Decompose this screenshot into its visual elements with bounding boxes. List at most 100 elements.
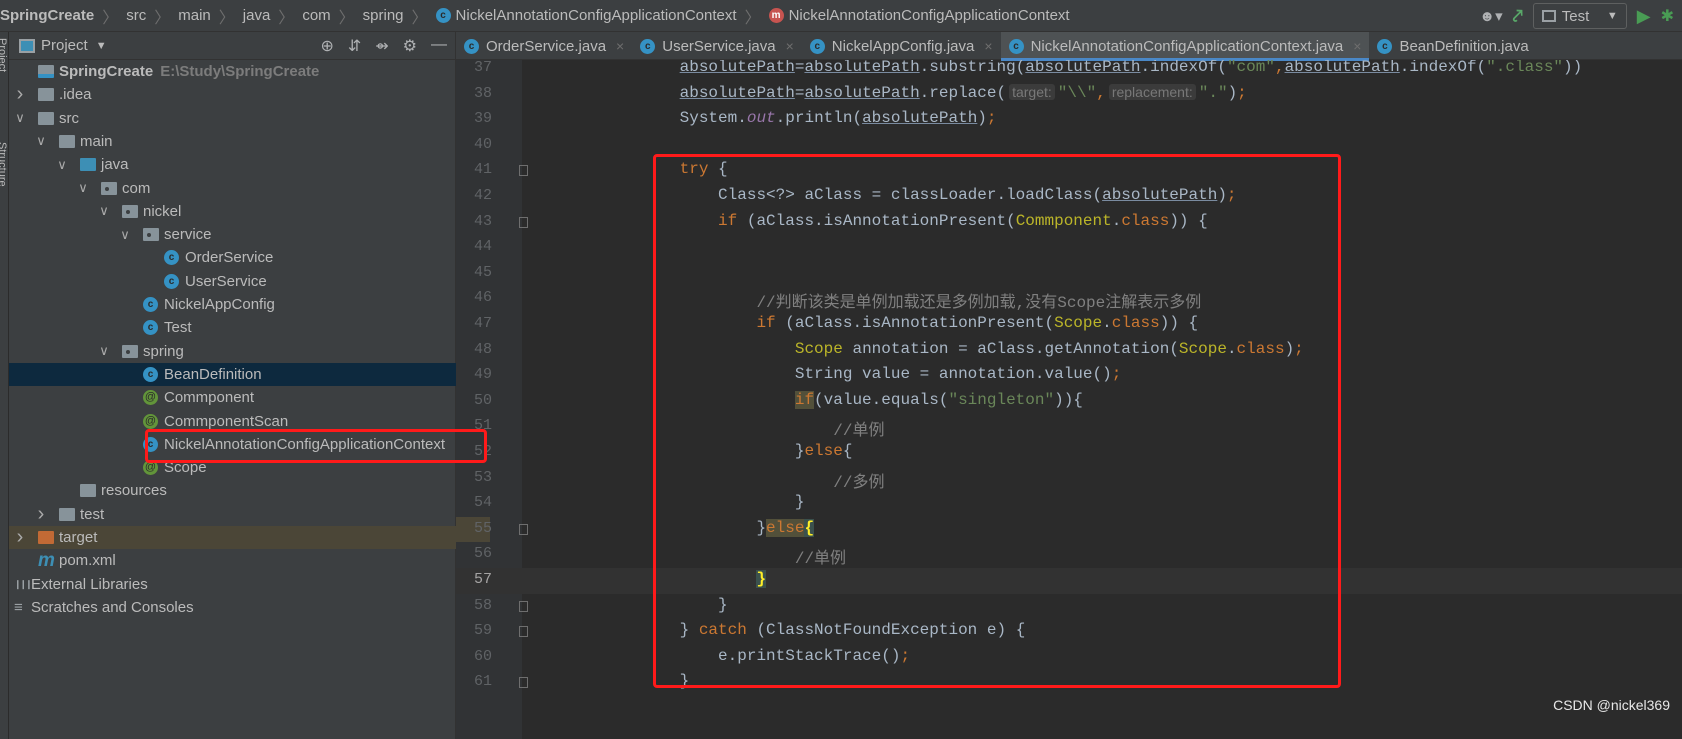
tree-item-BeanDefinition[interactable]: c BeanDefinition <box>9 362 456 386</box>
debug-icon[interactable]: ✱ <box>1661 6 1674 26</box>
tree-item-label: Test <box>164 319 192 336</box>
code-line[interactable]: 39 System.out.println(absolutePath); <box>456 107 1682 133</box>
window-icon <box>1541 10 1556 22</box>
tree-item-Commponent[interactable]: @ Commponent <box>9 386 456 409</box>
breadcrumb-item[interactable]: SpringCreate <box>0 7 98 24</box>
line-number: 47 <box>473 315 492 332</box>
run-icon[interactable]: ▶ <box>1637 6 1651 27</box>
tree-item-label: spring <box>143 343 184 360</box>
tree-item-target[interactable]: › target <box>9 526 456 549</box>
project-view-dropdown[interactable]: Project <box>41 37 88 54</box>
line-number: 59 <box>473 622 492 640</box>
breadcrumb-item[interactable]: src <box>122 7 150 24</box>
tree-item-service[interactable]: ∨ service <box>9 223 456 246</box>
hammer-icon[interactable]: ⤤ <box>1513 6 1523 27</box>
line-number: 56 <box>473 545 492 563</box>
run-config-label: Test <box>1561 7 1590 25</box>
code-token: "." <box>1198 83 1228 102</box>
breadcrumb-item[interactable]: c NickelAnnotationConfigApplicationContex… <box>432 7 741 24</box>
line-number: 46 <box>473 289 492 307</box>
breadcrumb-separator-icon: 〉 <box>411 9 428 27</box>
gear-icon[interactable]: ⚙ <box>403 36 417 56</box>
code-highlight-box <box>653 154 1341 688</box>
tree-item-src[interactable]: ∨ src <box>9 107 456 130</box>
run-config-dropdown[interactable]: Test ▼ <box>1532 3 1627 29</box>
code-token: = <box>794 60 805 76</box>
tree-item-label: main <box>80 133 113 150</box>
expand-all-icon[interactable]: ⇵ <box>348 36 361 56</box>
tree-item-spring[interactable]: ∨ spring <box>9 340 456 363</box>
chevron-right-icon[interactable]: › <box>14 526 26 549</box>
tree-item-pomxml[interactable]: m pom.xml <box>9 549 456 572</box>
breadcrumb-item[interactable]: m NickelAnnotationConfigApplicationContex… <box>765 7 1074 24</box>
collapse-all-icon[interactable]: ⇴ <box>375 36 388 56</box>
tree-item-UserService[interactable]: c UserService <box>9 270 456 293</box>
chevron-right-icon[interactable]: › <box>35 503 47 526</box>
chevron-down-icon[interactable]: ∨ <box>98 343 110 359</box>
close-icon[interactable]: × <box>616 38 624 54</box>
breadcrumb-item[interactable]: main <box>174 7 215 24</box>
breadcrumb-item[interactable]: java <box>239 7 275 24</box>
tab-NickelAppConfig-java[interactable]: c NickelAppConfig.java × <box>802 32 1001 60</box>
tool-window-strip: Project Structure <box>0 32 9 739</box>
tree-item-resources[interactable]: resources <box>9 479 456 502</box>
minimize-icon[interactable]: — <box>431 36 447 56</box>
tree-item-java[interactable]: ∨ java <box>9 153 456 176</box>
tree-item-text: SpringCreate <box>59 63 154 80</box>
tree-item-ScratchesandConsoles[interactable]: ≡ Scratches and Consoles <box>9 596 456 619</box>
tab-label: OrderService.java <box>486 37 607 55</box>
tree-item-idea[interactable]: › .idea <box>9 83 456 106</box>
line-number: 57 <box>473 571 492 588</box>
tab-OrderService-java[interactable]: c OrderService.java × <box>456 32 632 60</box>
tree-item-main[interactable]: ∨ main <box>9 130 456 153</box>
code-text: System.out.println(absolutePath); <box>526 109 997 127</box>
class-icon: c <box>143 297 158 312</box>
tab-BeanDefinition-java[interactable]: c BeanDefinition.java <box>1369 32 1536 60</box>
line-number: 45 <box>473 263 492 281</box>
chevron-down-icon[interactable]: ∨ <box>14 110 26 126</box>
code-line[interactable]: 38 absolutePath=absolutePath.replace(tar… <box>456 82 1682 108</box>
chevron-down-icon[interactable]: ∨ <box>35 133 47 149</box>
tree-item-NickelAppConfig[interactable]: c NickelAppConfig <box>9 293 456 316</box>
line-number: 58 <box>473 596 492 614</box>
close-icon[interactable]: × <box>984 38 992 54</box>
chevron-down-icon[interactable]: ∨ <box>98 203 110 219</box>
chevron-right-icon[interactable]: › <box>14 83 26 106</box>
folder-icon <box>38 88 54 102</box>
libraries-icon: ❙❙❙ <box>14 578 33 589</box>
code-token: .replace( <box>919 83 1007 102</box>
tree-item-SpringCreate[interactable]: SpringCreate E:\Study\SpringCreate <box>9 60 456 83</box>
close-icon[interactable]: × <box>786 38 794 54</box>
tab-NickelAnnotationConfigApplicationContext-java[interactable]: c NickelAnnotationConfigApplicationContex… <box>1000 32 1370 61</box>
code-text: absolutePath=absolutePath.replace(target… <box>526 83 1247 102</box>
tree-item-test[interactable]: › test <box>9 503 456 526</box>
code-token: = <box>794 83 805 102</box>
code-token: ) <box>1227 83 1238 102</box>
chevron-down-icon[interactable]: ▼ <box>96 40 107 52</box>
project-tool-button[interactable]: Project <box>0 38 8 72</box>
tree-item-Test[interactable]: c Test <box>9 316 456 339</box>
tree-item-label: SpringCreate E:\Study\SpringCreate <box>59 63 319 80</box>
locate-icon[interactable]: ⊕ <box>320 36 333 56</box>
tree-item-OrderService[interactable]: c OrderService <box>9 246 456 269</box>
chevron-down-icon[interactable]: ∨ <box>77 180 89 196</box>
breadcrumb-item[interactable]: spring <box>359 7 408 24</box>
tree-item-label: resources <box>101 482 167 499</box>
chevron-down-icon[interactable]: ∨ <box>56 157 68 173</box>
tree-item-nickel[interactable]: ∨ nickel <box>9 200 456 223</box>
tree-item-text: spring <box>143 342 184 360</box>
breadcrumb-item[interactable]: com <box>298 7 334 24</box>
line-number: 54 <box>473 494 492 512</box>
structure-tool-button[interactable]: Structure <box>0 142 8 187</box>
tree-item-com[interactable]: ∨ com <box>9 177 456 200</box>
breadcrumb-label: com <box>302 7 331 24</box>
tree-item-ExternalLibraries[interactable]: ❙❙❙ External Libraries <box>9 573 456 596</box>
chevron-down-icon[interactable]: ∨ <box>119 227 131 243</box>
close-icon[interactable]: × <box>1353 38 1361 54</box>
tab-UserService-java[interactable]: c UserService.java × <box>632 32 802 60</box>
code-line[interactable]: 37 absolutePath=absolutePath.substring(a… <box>456 60 1682 82</box>
breadcrumb: SpringCreate 〉 src 〉 main 〉 java 〉 com 〉 spring 〉 c N… <box>0 4 1074 28</box>
user-icon[interactable]: ☻▾ <box>1479 7 1502 25</box>
tree-item-label: com <box>122 180 150 197</box>
tree-item-text: .idea <box>59 86 92 104</box>
